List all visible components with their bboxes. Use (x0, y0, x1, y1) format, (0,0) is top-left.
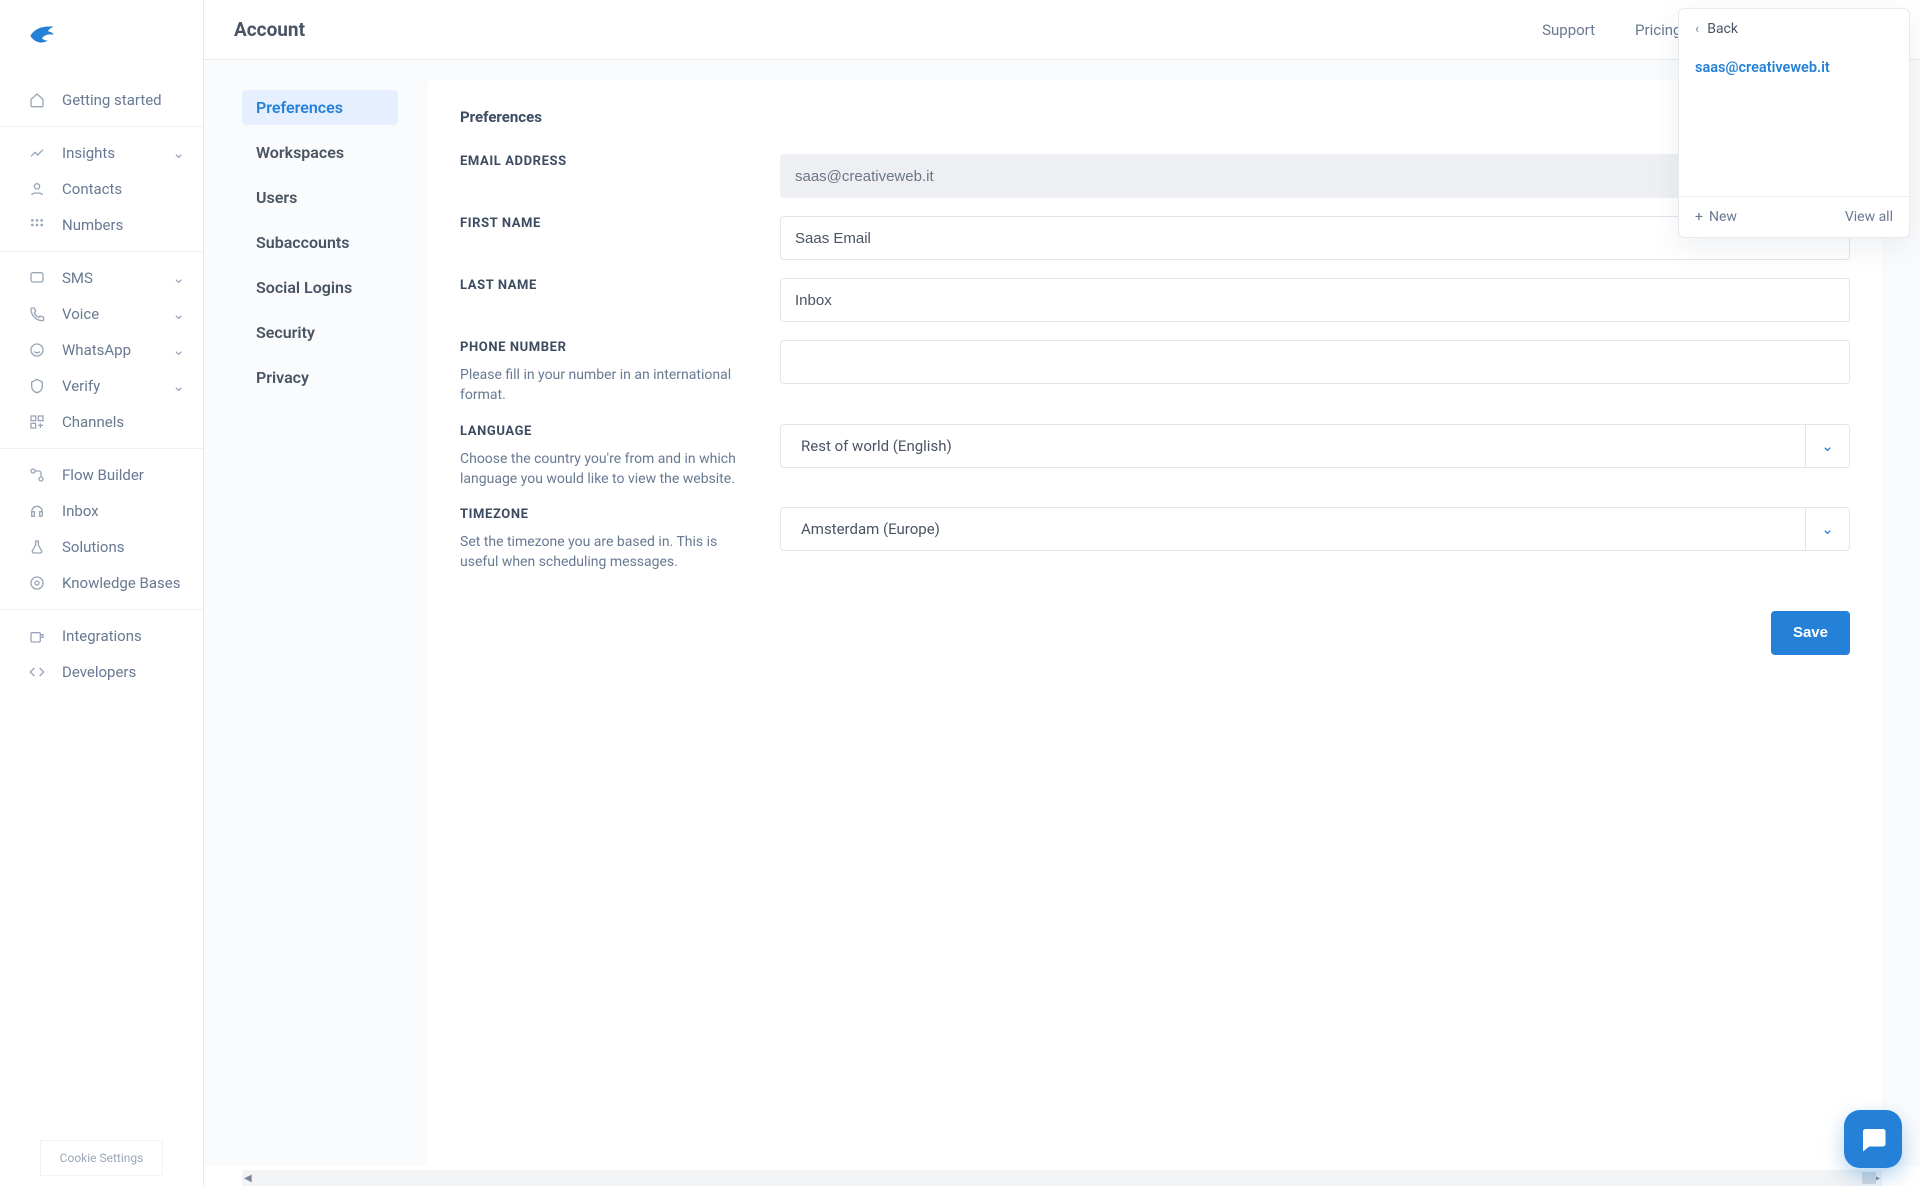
header-link-support[interactable]: Support (1522, 21, 1615, 39)
page-header: Account Support Pricing Claim Free Credi… (204, 0, 1920, 60)
chevron-down-icon: ⌄ (172, 144, 185, 162)
tab-privacy[interactable]: Privacy (242, 360, 398, 395)
chat-icon (1858, 1124, 1888, 1154)
user-icon (28, 180, 46, 198)
sidebar-item-inbox[interactable]: Inbox (0, 493, 203, 529)
chevron-down-icon: ⌄ (172, 269, 185, 287)
brain-icon (28, 574, 46, 592)
scroll-left-icon: ◀ (244, 1173, 252, 1184)
phone-field[interactable] (780, 340, 1850, 384)
label-timezone: Timezone (460, 507, 740, 522)
help-timezone: Set the timezone you are based in. This … (460, 532, 740, 573)
panel-title: Preferences (460, 108, 1850, 126)
page-title: Account (234, 18, 305, 41)
popover-active-email[interactable]: saas@creativeweb.it (1679, 49, 1909, 196)
label-email: Email address (460, 154, 740, 169)
sms-icon (28, 269, 46, 287)
popover-back-button[interactable]: ‹ Back (1679, 9, 1909, 49)
sidebar-item-channels[interactable]: Channels (0, 404, 203, 440)
brand-logo[interactable] (0, 0, 203, 66)
sidebar-item-integrations[interactable]: Integrations (0, 618, 203, 654)
flask-icon (28, 538, 46, 556)
phone-icon (28, 305, 46, 323)
sidebar: Getting started Insights ⌄ Contacts Numb… (0, 0, 204, 1186)
sidebar-item-label: Voice (62, 305, 99, 323)
sidebar-item-getting-started[interactable]: Getting started (0, 82, 203, 118)
home-icon (28, 91, 46, 109)
settings-nav: Preferences Workspaces Users Subaccounts… (242, 80, 398, 1166)
shield-icon (28, 377, 46, 395)
tab-preferences[interactable]: Preferences (242, 90, 398, 125)
chevron-down-icon: ⌄ (1805, 508, 1849, 550)
sidebar-item-label: Developers (62, 663, 136, 681)
chevron-left-icon: ‹ (1695, 21, 1699, 37)
scrollbar-thumb[interactable] (1862, 1172, 1876, 1184)
sidebar-item-label: Contacts (62, 180, 122, 198)
sidebar-item-whatsapp[interactable]: WhatsApp ⌄ (0, 332, 203, 368)
popover-view-all-button[interactable]: View all (1845, 209, 1893, 225)
label-phone: Phone number (460, 340, 740, 355)
chevron-down-icon: ⌄ (1805, 425, 1849, 467)
sidebar-item-label: Verify (62, 377, 100, 395)
sidebar-item-voice[interactable]: Voice ⌄ (0, 296, 203, 332)
puzzle-icon (28, 627, 46, 645)
help-phone: Please fill in your number in an interna… (460, 365, 740, 406)
workspace-popover: ‹ Back saas@creativeweb.it + New View al… (1678, 8, 1910, 238)
sidebar-item-label: SMS (62, 269, 93, 287)
timezone-select[interactable]: Amsterdam (Europe) ⌄ (780, 507, 1850, 551)
sidebar-item-knowledge-bases[interactable]: Knowledge Bases (0, 565, 203, 601)
chevron-down-icon: ⌄ (172, 377, 185, 395)
tab-users[interactable]: Users (242, 180, 398, 215)
last-name-field[interactable] (780, 278, 1850, 322)
label-last-name: Last name (460, 278, 740, 293)
bird-logo-icon (28, 22, 56, 50)
save-button[interactable]: Save (1771, 611, 1850, 655)
plus-icon: + (1695, 209, 1703, 225)
timezone-select-value: Amsterdam (Europe) (795, 520, 940, 538)
sidebar-item-flow-builder[interactable]: Flow Builder (0, 457, 203, 493)
sidebar-item-contacts[interactable]: Contacts (0, 171, 203, 207)
sidebar-item-label: Flow Builder (62, 466, 144, 484)
sidebar-item-label: Knowledge Bases (62, 574, 180, 592)
sidebar-item-label: Inbox (62, 502, 99, 520)
grid-plus-icon (28, 413, 46, 431)
sidebar-item-label: Integrations (62, 627, 142, 645)
language-select-value: Rest of world (English) (795, 437, 952, 455)
tab-workspaces[interactable]: Workspaces (242, 135, 398, 170)
label-first-name: First name (460, 216, 740, 231)
sidebar-item-sms[interactable]: SMS ⌄ (0, 260, 203, 296)
popover-back-label: Back (1707, 21, 1738, 37)
horizontal-scrollbar[interactable]: ◀ ▶ (242, 1170, 1882, 1186)
help-language: Choose the country you're from and in wh… (460, 449, 740, 490)
headset-icon (28, 502, 46, 520)
flow-icon (28, 466, 46, 484)
sidebar-item-label: Numbers (62, 216, 123, 234)
sidebar-item-label: WhatsApp (62, 341, 131, 359)
whatsapp-icon (28, 341, 46, 359)
sidebar-item-label: Getting started (62, 91, 162, 109)
chart-icon (28, 144, 46, 162)
language-select[interactable]: Rest of world (English) ⌄ (780, 424, 1850, 468)
chat-widget-button[interactable] (1844, 1110, 1902, 1168)
sidebar-item-solutions[interactable]: Solutions (0, 529, 203, 565)
dialpad-icon (28, 216, 46, 234)
sidebar-item-insights[interactable]: Insights ⌄ (0, 135, 203, 171)
sidebar-item-numbers[interactable]: Numbers (0, 207, 203, 243)
label-language: Language (460, 424, 740, 439)
sidebar-item-label: Channels (62, 413, 124, 431)
code-icon (28, 663, 46, 681)
sidebar-item-label: Solutions (62, 538, 125, 556)
cookie-settings-button[interactable]: Cookie Settings (40, 1140, 163, 1176)
preferences-panel: Preferences Email address First name (428, 80, 1882, 1166)
chevron-down-icon: ⌄ (172, 305, 185, 323)
sidebar-item-verify[interactable]: Verify ⌄ (0, 368, 203, 404)
chevron-down-icon: ⌄ (172, 341, 185, 359)
popover-new-button[interactable]: + New (1695, 209, 1737, 225)
tab-subaccounts[interactable]: Subaccounts (242, 225, 398, 260)
sidebar-item-label: Insights (62, 144, 115, 162)
tab-security[interactable]: Security (242, 315, 398, 350)
tab-social-logins[interactable]: Social Logins (242, 270, 398, 305)
popover-new-label: New (1709, 209, 1737, 225)
sidebar-item-developers[interactable]: Developers (0, 654, 203, 690)
